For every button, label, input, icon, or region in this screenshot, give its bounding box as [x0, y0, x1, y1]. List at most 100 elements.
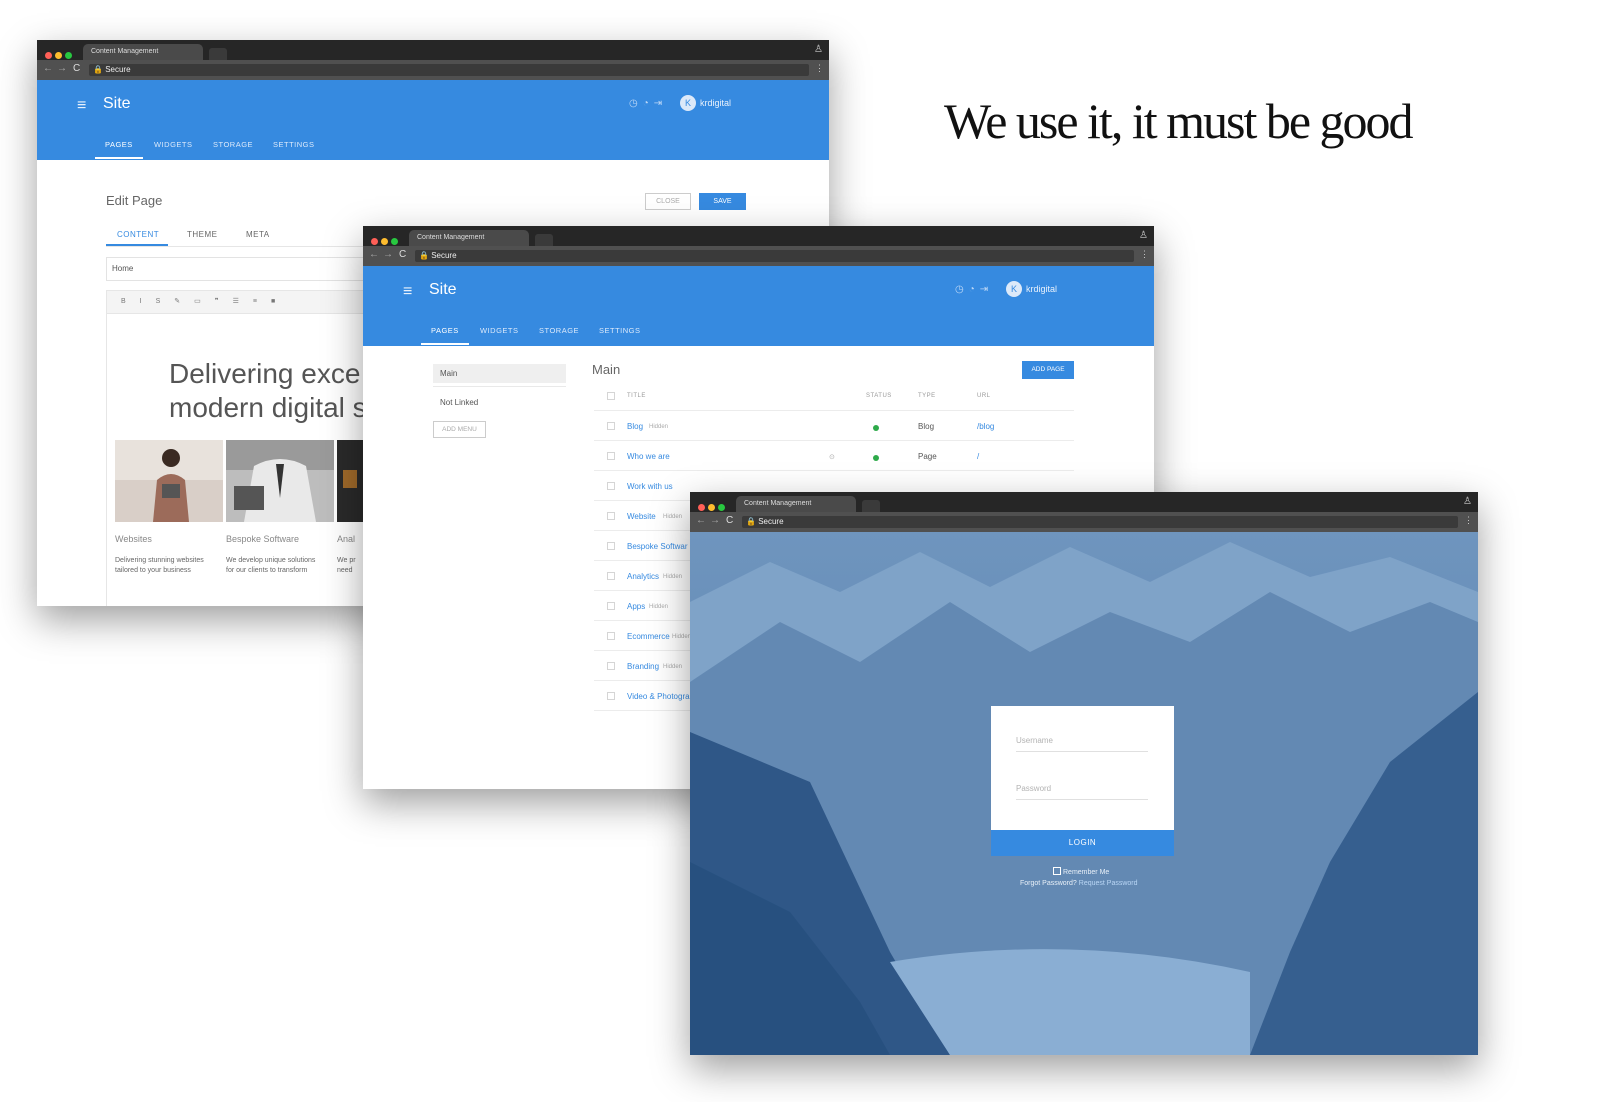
page-title-link[interactable]: Who we are: [627, 452, 670, 461]
row-checkbox[interactable]: [607, 482, 615, 490]
browser-menu-icon[interactable]: ⋮: [1464, 515, 1473, 526]
tab-settings[interactable]: SETTINGS: [273, 140, 315, 149]
select-all-checkbox[interactable]: [607, 392, 615, 400]
forward-arrow-icon[interactable]: →: [57, 63, 67, 74]
remember-me[interactable]: Remember Me: [1053, 867, 1109, 876]
add-menu-button[interactable]: ADD MENU: [433, 421, 486, 438]
reload-icon[interactable]: C: [726, 515, 733, 526]
active-tab-indicator: [421, 343, 469, 345]
column-header-url[interactable]: URL: [977, 393, 991, 399]
new-tab-button[interactable]: [535, 234, 553, 246]
hamburger-menu-icon[interactable]: ≡: [77, 97, 86, 115]
strike-icon[interactable]: S: [156, 291, 161, 313]
tab-pages[interactable]: PAGES: [105, 140, 133, 149]
tab-theme[interactable]: THEME: [187, 230, 218, 239]
address-bar[interactable]: 🔒 Secure: [415, 250, 1134, 262]
row-checkbox[interactable]: [607, 662, 615, 670]
add-page-button[interactable]: ADD PAGE: [1022, 361, 1074, 379]
row-checkbox[interactable]: [607, 692, 615, 700]
page-title-link[interactable]: Ecommerce: [627, 632, 670, 641]
login-button[interactable]: LOGIN: [991, 830, 1174, 856]
bold-icon[interactable]: B: [121, 291, 126, 313]
user-name[interactable]: krdigital: [1026, 284, 1057, 294]
header-icons[interactable]: ◷◔⇥: [629, 98, 667, 109]
avatar[interactable]: K: [1006, 281, 1022, 297]
browser-tab[interactable]: Content Management: [409, 230, 529, 246]
avatar[interactable]: K: [680, 95, 696, 111]
tab-storage[interactable]: STORAGE: [213, 140, 253, 149]
page-title-link[interactable]: Bespoke Softwar: [627, 542, 687, 551]
reload-icon[interactable]: C: [73, 63, 80, 74]
browser-menu-icon[interactable]: ⋮: [815, 63, 824, 74]
row-checkbox[interactable]: [607, 452, 615, 460]
bullet-list-icon[interactable]: ☰: [233, 291, 239, 313]
row-checkbox[interactable]: [607, 632, 615, 640]
browser-tab[interactable]: Content Management: [83, 44, 203, 60]
page-title-link[interactable]: Branding: [627, 662, 659, 671]
close-button[interactable]: CLOSE: [645, 193, 691, 210]
page-title-link[interactable]: Work with us: [627, 482, 673, 491]
tab-widgets[interactable]: WIDGETS: [480, 326, 519, 335]
address-bar[interactable]: 🔒 Secure: [89, 64, 809, 76]
page-title-link[interactable]: Website: [627, 512, 656, 521]
forward-arrow-icon[interactable]: →: [710, 515, 720, 526]
quote-icon[interactable]: ❞: [215, 291, 219, 313]
menu-item-main[interactable]: Main: [433, 364, 566, 383]
link-icon[interactable]: ✎: [174, 291, 180, 313]
page-title-link[interactable]: Analytics: [627, 572, 659, 581]
italic-icon[interactable]: I: [140, 291, 142, 313]
zoom-window-button[interactable]: [391, 238, 398, 245]
minimize-window-button[interactable]: [381, 238, 388, 245]
new-tab-button[interactable]: [209, 48, 227, 60]
column-header-title[interactable]: TITLE: [627, 393, 646, 399]
menu-item-not-linked[interactable]: Not Linked: [440, 398, 478, 407]
back-arrow-icon[interactable]: ←: [369, 249, 379, 260]
minimize-window-button[interactable]: [708, 504, 715, 511]
save-button[interactable]: SAVE: [699, 193, 746, 210]
row-checkbox[interactable]: [607, 422, 615, 430]
new-tab-button[interactable]: [862, 500, 880, 512]
header-icons[interactable]: ◷◔⇥: [955, 284, 993, 295]
hamburger-menu-icon[interactable]: ≡: [403, 283, 412, 301]
user-name[interactable]: krdigital: [700, 98, 731, 108]
row-checkbox[interactable]: [607, 572, 615, 580]
tab-meta[interactable]: META: [246, 230, 270, 239]
close-window-button[interactable]: [698, 504, 705, 511]
tab-widgets[interactable]: WIDGETS: [154, 140, 193, 149]
numbered-list-icon[interactable]: ≡: [253, 291, 257, 313]
minimize-window-button[interactable]: [55, 52, 62, 59]
remember-checkbox[interactable]: [1053, 867, 1061, 875]
zoom-window-button[interactable]: [65, 52, 72, 59]
page-url[interactable]: /blog: [977, 422, 994, 431]
site-title: Site: [103, 95, 131, 112]
video-icon[interactable]: ■: [271, 291, 275, 313]
close-window-button[interactable]: [45, 52, 52, 59]
browser-tab[interactable]: Content Management: [736, 496, 856, 512]
zoom-window-button[interactable]: [718, 504, 725, 511]
page-title-link[interactable]: Apps: [627, 602, 645, 611]
back-arrow-icon[interactable]: ←: [696, 515, 706, 526]
column-header-type[interactable]: TYPE: [918, 393, 936, 399]
tab-settings[interactable]: SETTINGS: [599, 326, 641, 335]
page-title-link[interactable]: Video & Photogra: [627, 692, 690, 701]
image-icon[interactable]: ▭: [194, 291, 201, 313]
tab-content[interactable]: CONTENT: [117, 230, 159, 239]
column-header-status[interactable]: STATUS: [866, 393, 892, 399]
address-bar[interactable]: 🔒 Secure: [742, 516, 1458, 528]
request-password-link[interactable]: Request Password: [1079, 880, 1138, 887]
row-checkbox[interactable]: [607, 542, 615, 550]
row-checkbox[interactable]: [607, 512, 615, 520]
username-field[interactable]: Username: [1016, 730, 1148, 752]
browser-menu-icon[interactable]: ⋮: [1140, 249, 1149, 260]
tab-pages[interactable]: PAGES: [431, 326, 459, 335]
tab-storage[interactable]: STORAGE: [539, 326, 579, 335]
row-checkbox[interactable]: [607, 602, 615, 610]
page-url[interactable]: /: [977, 452, 979, 461]
page-title-link[interactable]: Blog: [627, 422, 643, 431]
close-window-button[interactable]: [371, 238, 378, 245]
hidden-badge: Hidden: [649, 604, 669, 610]
forward-arrow-icon[interactable]: →: [383, 249, 393, 260]
reload-icon[interactable]: C: [399, 249, 406, 260]
back-arrow-icon[interactable]: ←: [43, 63, 53, 74]
password-field[interactable]: Password: [1016, 778, 1148, 800]
